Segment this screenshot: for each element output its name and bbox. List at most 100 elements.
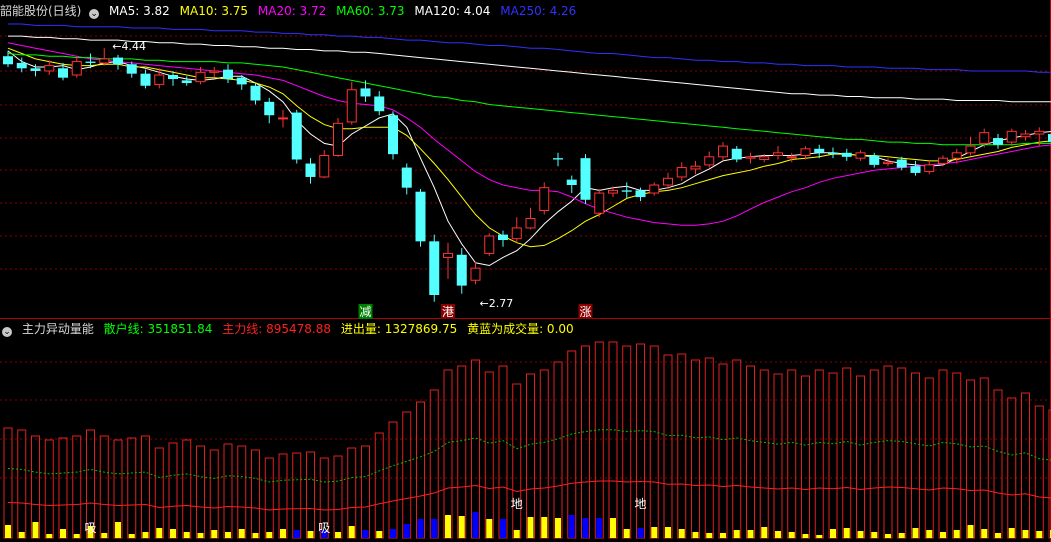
indicator-bar	[842, 367, 852, 539]
volume-bar	[46, 534, 53, 538]
candle-body	[1034, 130, 1045, 135]
candle-body	[484, 235, 495, 254]
chevron-down-icon[interactable]: ⌄	[89, 9, 100, 19]
candle-body	[291, 112, 302, 160]
candle-body	[319, 154, 330, 178]
candle	[333, 117, 343, 157]
indicator-mark: 吸	[318, 521, 330, 535]
volume-bar	[816, 535, 823, 538]
indicator-bar	[1021, 392, 1030, 539]
volume-bar	[761, 527, 768, 538]
candle-body	[264, 101, 275, 116]
candle-body	[580, 158, 591, 200]
candle	[429, 234, 440, 302]
candle	[443, 242, 453, 279]
volume-bar	[802, 534, 809, 538]
candle	[1006, 128, 1017, 147]
indicator-bar	[787, 369, 797, 539]
volume-bar	[225, 532, 231, 538]
candle-body	[99, 58, 110, 64]
candle-body	[621, 190, 632, 192]
candle-body	[938, 157, 948, 165]
indicator-bar	[416, 401, 425, 539]
candle-body	[855, 152, 866, 159]
candle	[539, 182, 550, 215]
volume-bar	[252, 533, 259, 538]
indicator-bar	[484, 371, 494, 539]
indicator-bar	[361, 445, 370, 539]
indicator-bar	[567, 350, 577, 539]
indicator-bar	[581, 345, 590, 539]
indicator-bar	[58, 437, 68, 539]
indicator-bar	[512, 383, 522, 539]
indicator-bar	[154, 447, 164, 539]
candle	[401, 163, 412, 195]
signal-marker: 涨	[579, 304, 591, 319]
indicator-bar	[704, 357, 714, 539]
candle-body	[195, 71, 206, 83]
volume-bar	[170, 529, 176, 538]
volume-bar	[692, 532, 699, 538]
candle-body	[965, 145, 976, 154]
candle-body	[223, 69, 233, 80]
indicator-bar	[924, 377, 934, 539]
candle	[910, 160, 921, 176]
volume-bar	[280, 529, 286, 538]
indicator-bar	[209, 449, 219, 539]
volume-bar	[60, 529, 66, 538]
candle	[415, 189, 426, 247]
candle-body	[71, 61, 82, 76]
volume-bar	[115, 522, 121, 538]
signal-marker: 港	[442, 305, 454, 319]
candle	[731, 146, 742, 163]
candle	[580, 154, 591, 204]
candle-body	[690, 165, 701, 170]
candle-body	[209, 70, 220, 73]
candle-body	[869, 155, 880, 165]
volume-bar	[981, 529, 988, 538]
candle-body	[113, 57, 123, 65]
indicator-bar	[883, 365, 893, 539]
volume-bar	[912, 528, 919, 538]
candle-body	[608, 189, 618, 194]
indicator-bar	[443, 369, 453, 539]
candle	[498, 230, 508, 247]
chevron-down-icon[interactable]: ⌄	[2, 327, 12, 337]
indicator-bar	[333, 455, 343, 539]
candle	[965, 136, 976, 156]
indicator-bar	[773, 373, 783, 539]
volume-bar	[32, 522, 39, 538]
indicator-mark: 地	[634, 497, 646, 511]
volume-bar	[527, 517, 534, 538]
candle-body	[16, 62, 27, 69]
main-force-line-label: 主力线: 895478.88	[222, 322, 332, 336]
candle	[690, 160, 701, 175]
volume-bar	[390, 529, 396, 538]
candle-body	[883, 161, 893, 165]
volume-bar	[417, 519, 424, 538]
kline-chart[interactable]: ←4.44 ←2.77 减 港 涨吸 吸 地 地	[0, 0, 1051, 542]
indicator-bar	[223, 443, 233, 539]
volume-bar	[307, 531, 314, 538]
volume-bar	[458, 516, 465, 538]
indicator-bar	[374, 432, 384, 539]
main-force-line	[7, 480, 1051, 511]
ma60-label: MA60: 3.73	[336, 4, 405, 18]
volume-bar	[128, 534, 135, 538]
candle-body	[140, 73, 151, 86]
indicator-bar	[869, 369, 879, 539]
volume-bar	[142, 532, 149, 538]
retail-line-label: 散户线: 351851.84	[103, 322, 213, 336]
candle-body	[718, 145, 728, 158]
volume-bar	[706, 533, 713, 538]
volume-bar	[156, 528, 163, 538]
volume-bar	[486, 519, 493, 538]
volume-bar	[238, 529, 245, 538]
indicator-bar	[979, 377, 989, 539]
low-price-label: ←2.77	[480, 297, 514, 310]
candle-body	[594, 192, 605, 214]
indicator-bar	[828, 372, 838, 539]
candle	[621, 182, 632, 199]
ma10-line	[7, 47, 1051, 248]
candle-body	[401, 167, 412, 188]
